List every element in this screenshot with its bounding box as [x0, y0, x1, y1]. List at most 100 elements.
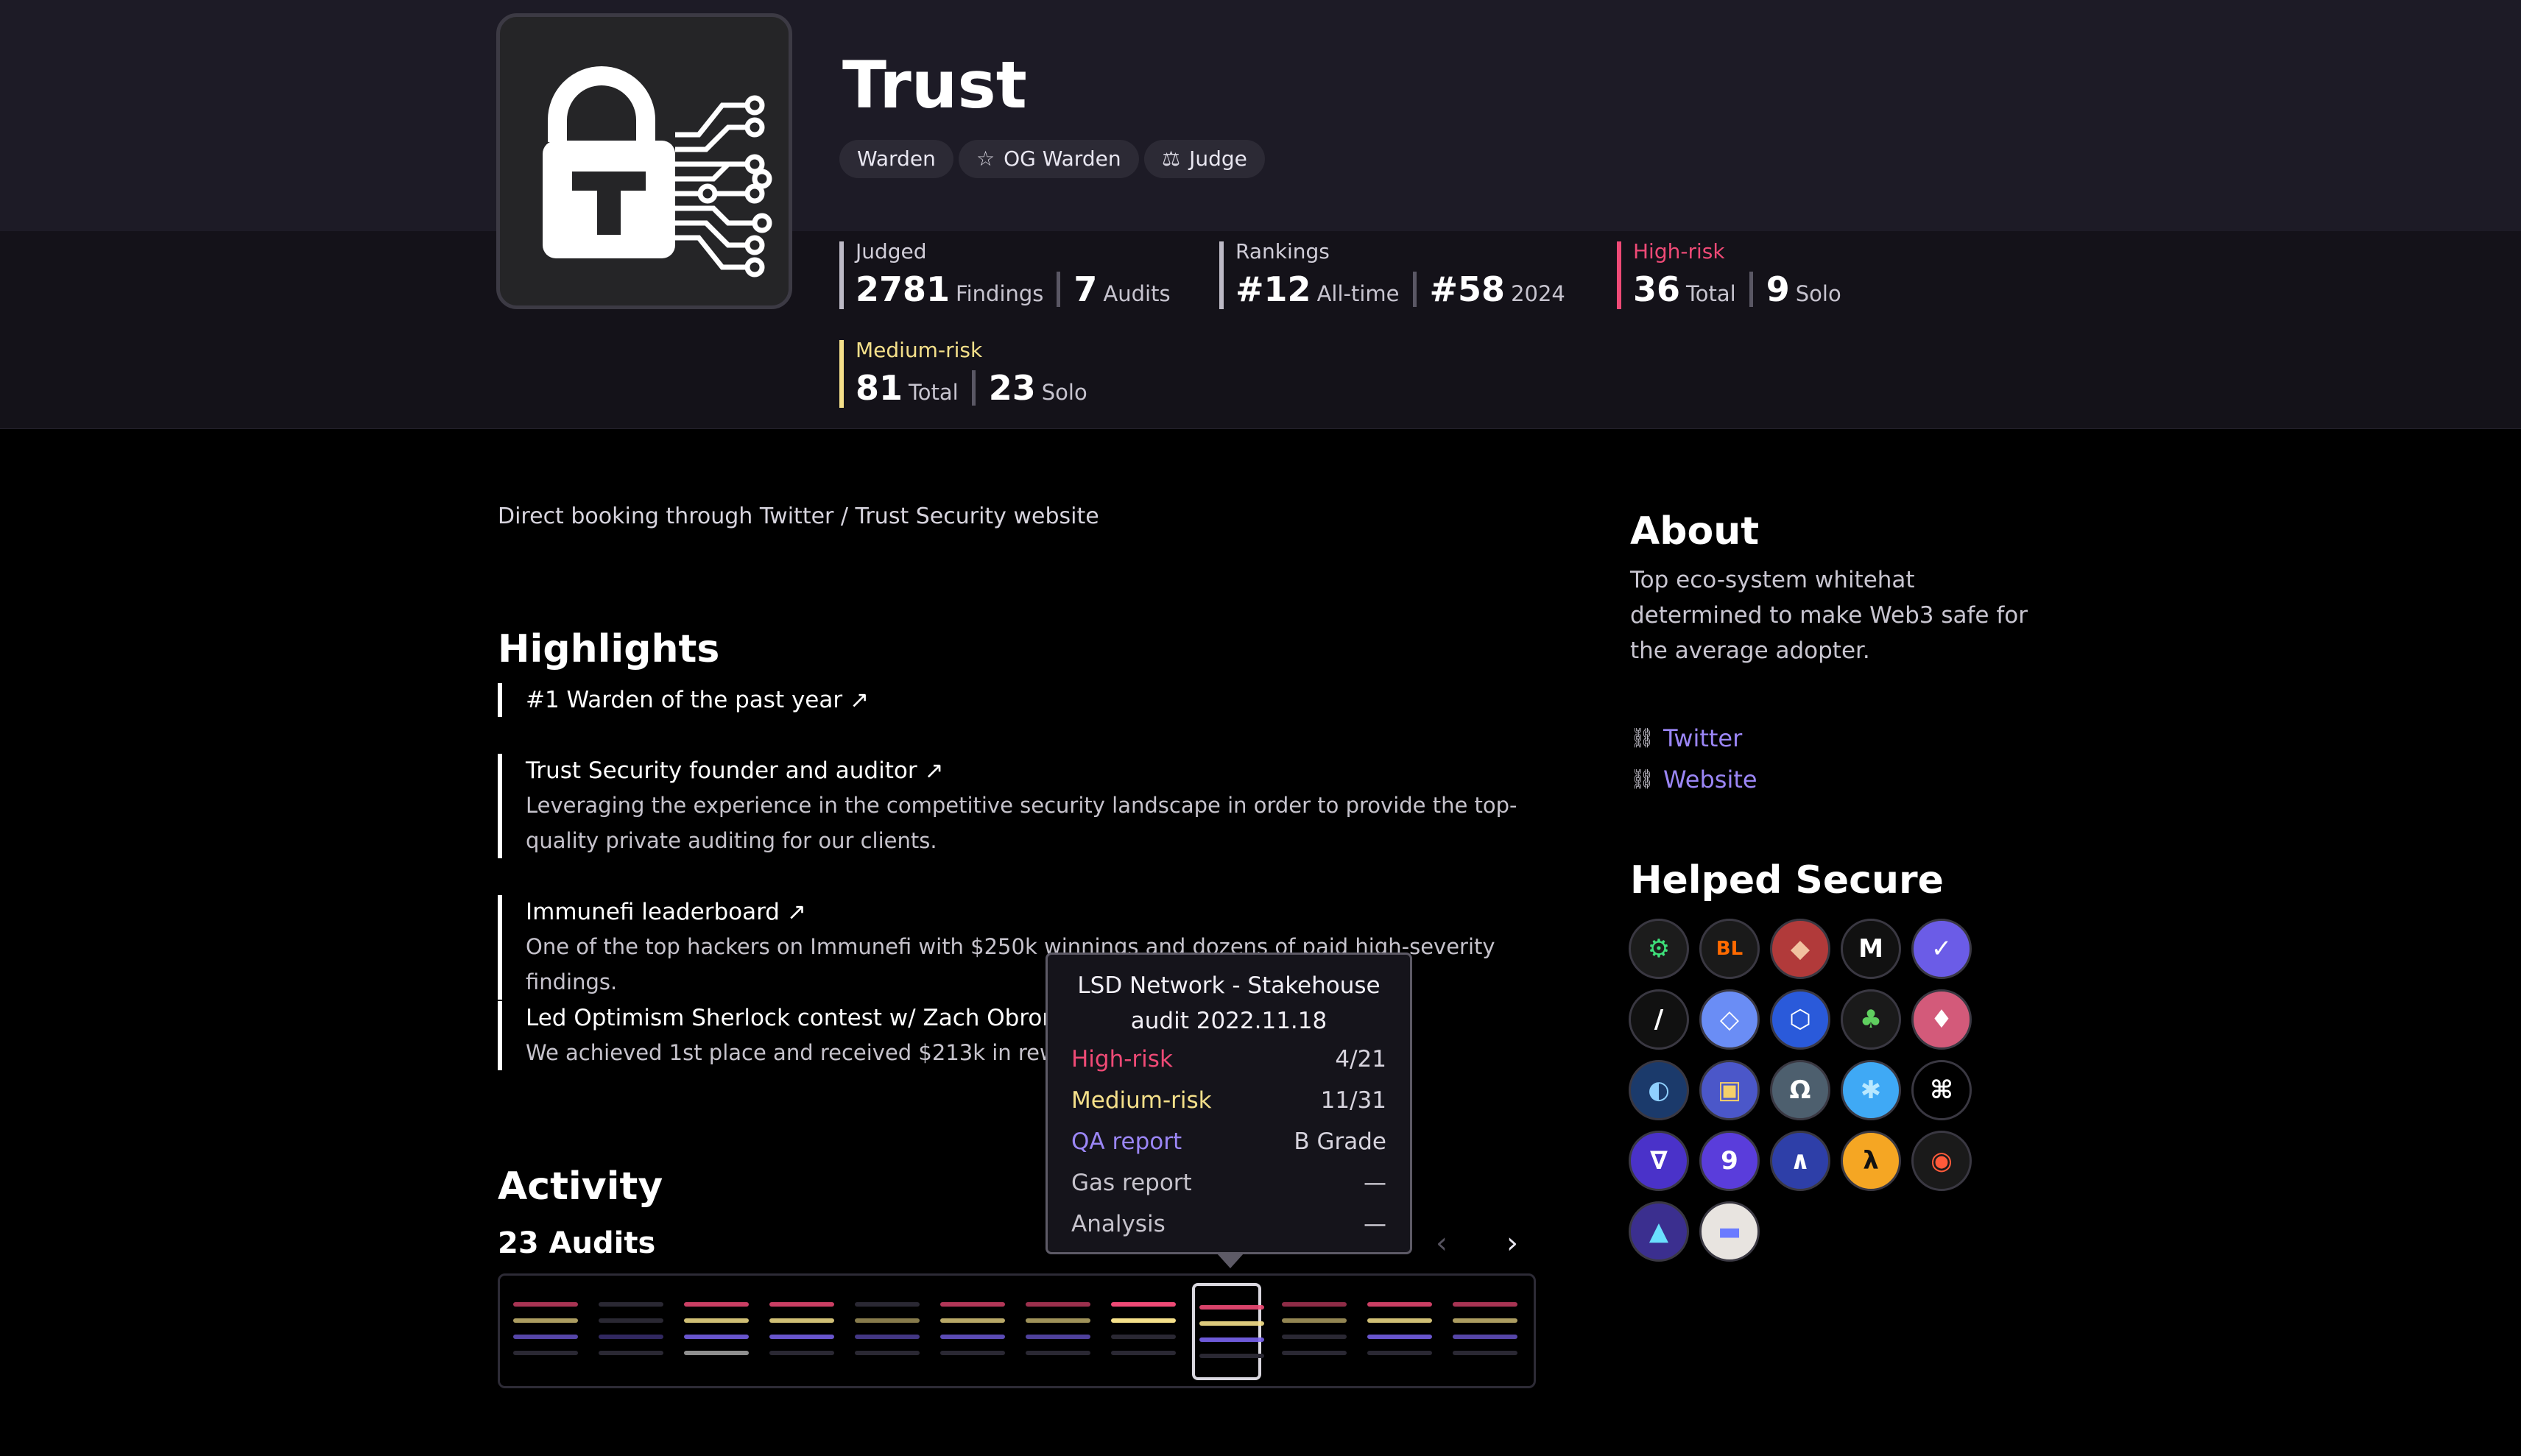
judged-findings-count: 2781: [856, 269, 951, 309]
audit-bar: [769, 1318, 834, 1323]
audit-bar: [1199, 1354, 1264, 1358]
logo-12-icon[interactable]: ▣: [1699, 1060, 1760, 1120]
audit-cell[interactable]: [1363, 1287, 1432, 1376]
audit-cell[interactable]: [850, 1287, 920, 1376]
tooltip-row: Gas report —: [1048, 1162, 1410, 1204]
divider: [1057, 272, 1061, 307]
audit-bar: [1367, 1335, 1432, 1339]
logo-4-icon[interactable]: M: [1841, 919, 1901, 979]
audit-bar: [855, 1302, 920, 1307]
logo-8-icon[interactable]: ⬡: [1770, 989, 1830, 1050]
chevron-left-icon[interactable]: ‹: [1436, 1226, 1448, 1260]
logo-19-icon[interactable]: λ: [1841, 1131, 1901, 1191]
highlights-heading: Highlights: [498, 627, 720, 671]
audit-bar: [769, 1351, 834, 1355]
audit-bar: [1199, 1321, 1264, 1326]
logo-14-icon[interactable]: ✱: [1841, 1060, 1901, 1120]
logo-18-icon[interactable]: ∧: [1770, 1131, 1830, 1191]
audit-cell[interactable]: [509, 1287, 578, 1376]
logo-3-icon[interactable]: ◆: [1770, 919, 1830, 979]
highlight-link[interactable]: Immunefi leaderboard ↗: [526, 895, 1529, 929]
audit-cell[interactable]: [1107, 1287, 1176, 1376]
logo-5-icon[interactable]: ✓: [1911, 919, 1972, 979]
audit-bar: [599, 1335, 663, 1339]
logo-13-icon[interactable]: Ω: [1770, 1060, 1830, 1120]
highlight-item: Trust Security founder and auditor ↗ Lev…: [498, 754, 1529, 858]
audit-bar: [1453, 1335, 1517, 1339]
audit-bar: [1111, 1318, 1176, 1323]
tooltip-row: QA report B Grade: [1048, 1121, 1410, 1162]
audit-bar: [1199, 1305, 1264, 1310]
logo-20-icon[interactable]: ◉: [1911, 1131, 1972, 1191]
audit-cell[interactable]: [1192, 1283, 1264, 1380]
avatar: [496, 13, 792, 309]
logo-9-icon[interactable]: ♣: [1841, 989, 1901, 1050]
divider: [971, 370, 976, 406]
audit-cell[interactable]: [1021, 1287, 1090, 1376]
tooltip-row-label: QA report: [1071, 1128, 1182, 1155]
tooltip-row: Medium-risk 11/31: [1048, 1080, 1410, 1121]
logo-15-icon[interactable]: ⌘: [1911, 1060, 1972, 1120]
audit-bar: [599, 1351, 663, 1355]
scales-icon: ⚖: [1162, 146, 1181, 171]
audit-bar: [513, 1351, 578, 1355]
audit-cell[interactable]: [936, 1287, 1005, 1376]
link-label: Twitter: [1663, 724, 1743, 752]
logo-blur-icon[interactable]: BL: [1699, 919, 1760, 979]
logo-21-icon[interactable]: ▲: [1629, 1201, 1689, 1262]
tooltip-row-label: High-risk: [1071, 1046, 1173, 1072]
logo-17-icon[interactable]: 9: [1699, 1131, 1760, 1191]
logo-16-icon[interactable]: ∇: [1629, 1131, 1689, 1191]
audit-bar: [1026, 1335, 1090, 1339]
audit-bar: [1199, 1337, 1264, 1342]
rank-year: #58: [1429, 269, 1506, 309]
audit-bar: [513, 1302, 578, 1307]
stat-label: Judged: [856, 239, 927, 264]
star-icon: ☆: [976, 146, 995, 171]
logo-1-icon[interactable]: ⚙: [1629, 919, 1689, 979]
link-icon: ⛓: [1630, 768, 1655, 791]
tooltip-row-label: Gas report: [1071, 1170, 1192, 1196]
judged-audits-count: 7: [1073, 269, 1098, 309]
logo-22-icon[interactable]: ▬: [1699, 1201, 1760, 1262]
stat-label: Medium-risk: [856, 338, 983, 362]
audit-cell[interactable]: [765, 1287, 834, 1376]
high-total: 36: [1633, 269, 1681, 309]
stat-label: High-risk: [1633, 239, 1725, 264]
audit-cell[interactable]: [1448, 1287, 1517, 1376]
tooltip-row: Analysis —: [1048, 1204, 1410, 1245]
tooltip-row-value: —: [1364, 1211, 1386, 1237]
audit-cell[interactable]: [680, 1287, 749, 1376]
audit-cell[interactable]: [1277, 1287, 1347, 1376]
chevron-right-icon[interactable]: ›: [1506, 1226, 1518, 1260]
audit-cell[interactable]: [594, 1287, 663, 1376]
audit-bar: [1111, 1351, 1176, 1355]
audit-bar: [1282, 1335, 1347, 1339]
logo-7-icon[interactable]: ◇: [1699, 989, 1760, 1050]
audit-bar: [855, 1335, 920, 1339]
audit-bar: [940, 1318, 1005, 1323]
audit-bar: [1367, 1302, 1432, 1307]
logo-11-icon[interactable]: ◐: [1629, 1060, 1689, 1120]
audit-bar: [684, 1302, 749, 1307]
audit-bar: [1282, 1318, 1347, 1323]
website-link[interactable]: ⛓ Website: [1630, 766, 1757, 794]
activity-grid: [498, 1273, 1536, 1388]
audit-bar: [684, 1318, 749, 1323]
rank-alltime-unit: All-time: [1316, 281, 1400, 306]
audit-bar: [1282, 1351, 1347, 1355]
header-top-band: [0, 0, 2521, 231]
audit-bar: [1026, 1302, 1090, 1307]
medium-solo: 23: [988, 368, 1036, 408]
logo-6-icon[interactable]: /: [1629, 989, 1689, 1050]
twitter-link[interactable]: ⛓ Twitter: [1630, 724, 1742, 752]
logo-10-icon[interactable]: ♦: [1911, 989, 1972, 1050]
link-label: Website: [1663, 766, 1757, 794]
highlight-link[interactable]: #1 Warden of the past year ↗: [526, 683, 1529, 717]
tooltip-row-value: B Grade: [1294, 1128, 1386, 1155]
highlight-link[interactable]: Trust Security founder and auditor ↗: [526, 754, 1529, 788]
tooltip-row-label: Analysis: [1071, 1211, 1166, 1237]
audit-bar: [1453, 1318, 1517, 1323]
tooltip-row-value: 4/21: [1335, 1046, 1386, 1072]
badge-label: OG Warden: [1004, 146, 1121, 171]
